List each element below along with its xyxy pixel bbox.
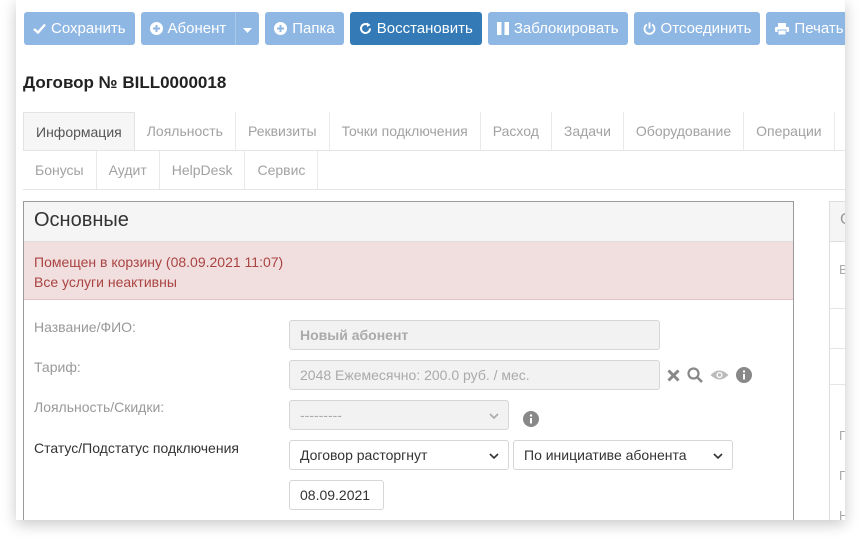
restore-button-label: Восстановить [376, 20, 473, 37]
loyalty-select-value: --------- [300, 407, 342, 423]
tab-tasks[interactable]: Задачи [552, 112, 624, 150]
main-panel: Основные Помещен в корзину (08.09.2021 1… [23, 201, 794, 520]
caret-down-icon [243, 20, 253, 37]
tab-service[interactable]: Сервис [245, 151, 319, 189]
disconnect-button-label: Отсоединить [660, 20, 752, 37]
page-title: Договор № BILL0000018 [23, 73, 227, 92]
plus-circle-icon [149, 22, 163, 35]
plus-circle-icon [274, 22, 288, 35]
substatus-select[interactable]: По инициативе абонента [513, 440, 733, 470]
search-icon[interactable] [687, 367, 703, 383]
side-letter-3: П [839, 468, 845, 483]
loyalty-select[interactable]: --------- [289, 400, 509, 430]
tab-audit[interactable]: Аудит [97, 151, 160, 189]
tariff-field[interactable]: 2048 Ежемесячно: 200.0 руб. / мес. [289, 360, 660, 390]
side-letter-1: В [839, 262, 845, 277]
name-label: Название/ФИО: [34, 319, 136, 335]
chevron-down-icon [712, 449, 724, 461]
folder-button-label: Папка [292, 20, 335, 37]
tab-operations[interactable]: Операции [744, 112, 835, 150]
block-button[interactable]: Заблокировать [487, 12, 628, 45]
side-divider [830, 348, 845, 349]
loyalty-label: Лояльность/Скидки: [34, 399, 165, 415]
toolbar: Сохранить Абонент Папка Восстановить Заб… [24, 12, 845, 46]
print-button-label: Печать [794, 20, 844, 37]
folder-button[interactable]: Папка [265, 12, 344, 45]
tab-loyalty[interactable]: Лояльность [135, 112, 236, 150]
app-window: Сохранить Абонент Папка Восстановить Заб… [16, 0, 845, 520]
printer-icon [775, 22, 790, 35]
side-panel: С В П П Н [829, 201, 845, 520]
side-letter-4: Н [839, 508, 845, 520]
eye-icon[interactable] [710, 369, 729, 381]
substatus-select-value: По инициативе абонента [524, 447, 687, 463]
disconnect-button[interactable]: Отсоединить [633, 12, 761, 45]
power-icon [643, 22, 656, 35]
subscriber-dropdown-toggle[interactable] [235, 12, 260, 45]
pause-icon [496, 22, 509, 35]
tariff-actions [667, 367, 759, 383]
info-icon[interactable] [736, 367, 752, 383]
tab-requisites[interactable]: Реквизиты [236, 112, 330, 150]
alert-line-deleted: Помещен в корзину (08.09.2021 11:07) [34, 254, 284, 270]
alert-line-services: Все услуги неактивны [34, 274, 177, 290]
tab-equipment[interactable]: Оборудование [624, 112, 745, 150]
side-divider [830, 308, 845, 309]
tariff-label: Тариф: [34, 359, 81, 375]
tab-expenses[interactable]: Расход [481, 112, 552, 150]
restore-button[interactable]: Восстановить [349, 12, 482, 45]
status-date-input[interactable]: 08.09.2021 [289, 480, 384, 510]
subscriber-split-button: Абонент [140, 12, 260, 46]
side-letter-2: П [839, 428, 845, 443]
tab-bonuses[interactable]: Бонусы [23, 151, 97, 189]
tab-information[interactable]: Информация [23, 112, 135, 150]
check-icon [33, 23, 46, 34]
name-field[interactable]: Новый абонент [289, 320, 660, 350]
tab-row-1: Информация Лояльность Реквизиты Точки по… [23, 112, 845, 151]
refresh-icon [359, 22, 372, 35]
status-label: Статус/Подстатус подключения [34, 440, 239, 456]
save-button[interactable]: Сохранить [24, 12, 135, 45]
tab-helpdesk[interactable]: HelpDesk [160, 151, 246, 189]
status-select[interactable]: Договор расторгнут [289, 440, 509, 470]
tab-row-2: Бонусы Аудит HelpDesk Сервис [23, 151, 845, 190]
tab-connection-points[interactable]: Точки подключения [330, 112, 481, 150]
subscriber-button-label: Абонент [167, 20, 227, 37]
side-panel-heading: С [830, 202, 845, 242]
clear-icon[interactable] [667, 368, 680, 382]
side-divider [830, 384, 845, 385]
save-button-label: Сохранить [51, 20, 126, 37]
trash-alert: Помещен в корзину (08.09.2021 11:07) Все… [24, 242, 793, 300]
subscriber-button[interactable]: Абонент [140, 12, 236, 45]
loyalty-info-icon[interactable] [523, 411, 539, 432]
tab-bar: Информация Лояльность Реквизиты Точки по… [23, 112, 845, 190]
chevron-down-icon [488, 449, 500, 461]
block-button-label: Заблокировать [513, 20, 619, 37]
status-select-value: Договор расторгнут [300, 447, 428, 463]
chevron-down-icon [488, 409, 500, 421]
panel-heading: Основные [24, 202, 793, 242]
print-button[interactable]: Печать [766, 12, 845, 45]
